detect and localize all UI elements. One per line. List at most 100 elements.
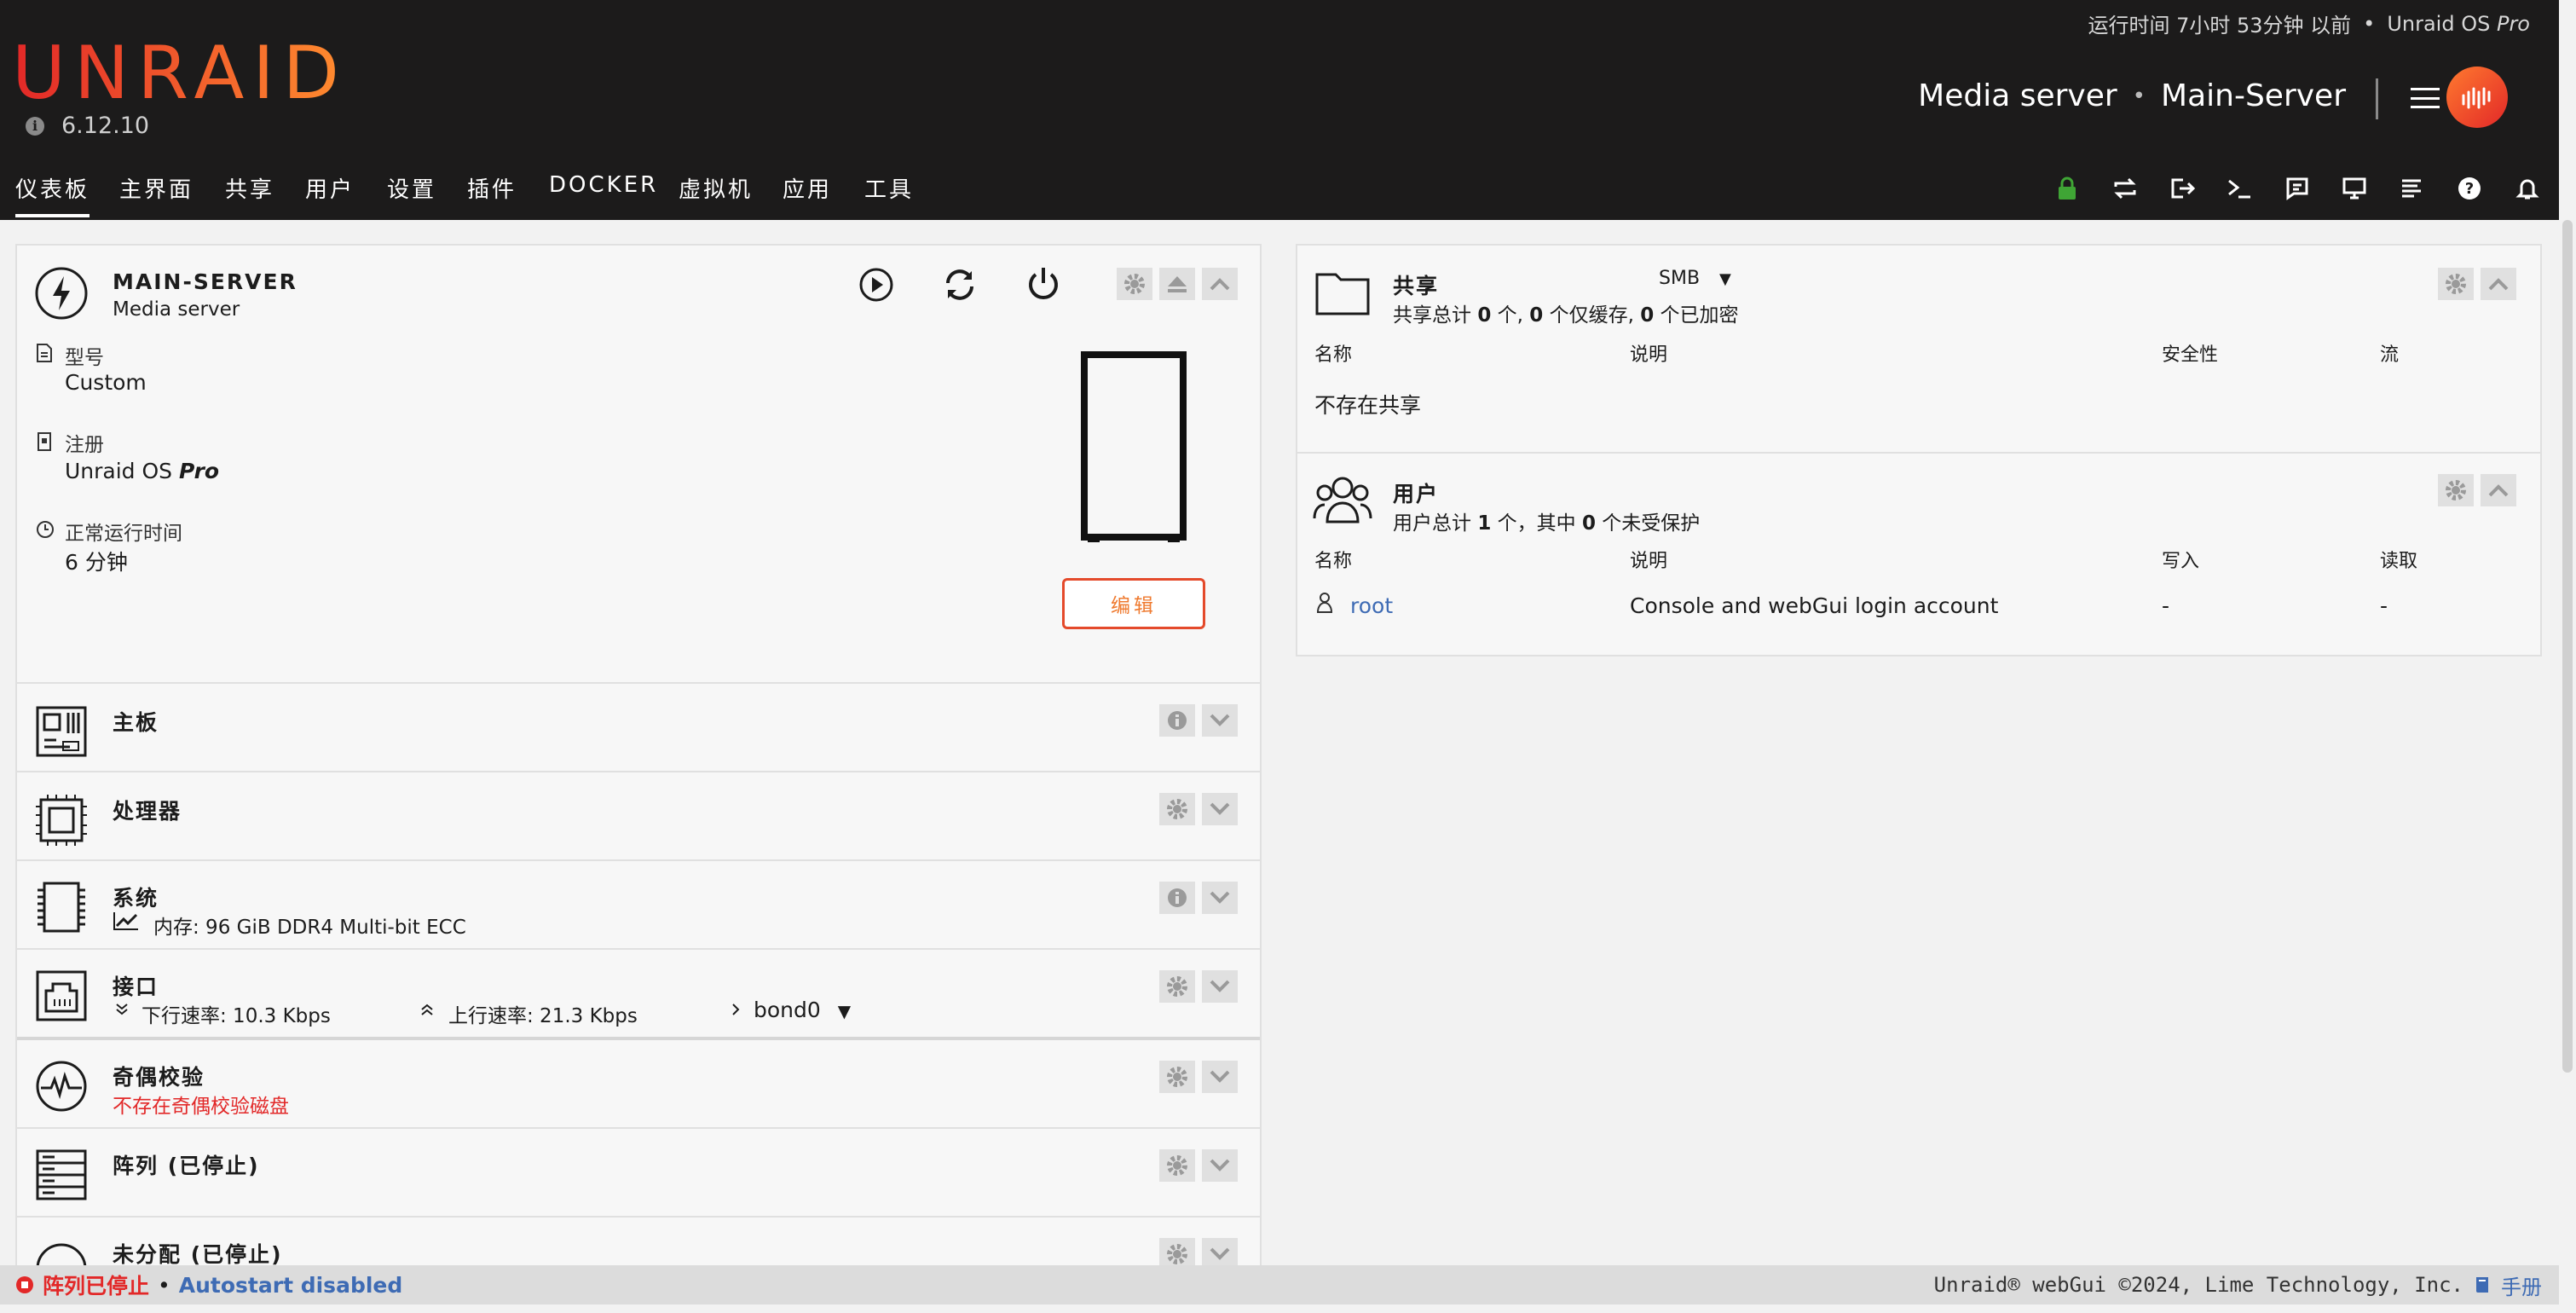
system-info-button[interactable]	[1159, 882, 1195, 914]
divider	[17, 771, 1260, 772]
interface-settings-button[interactable]	[1159, 970, 1195, 1003]
users-title: 用户	[1393, 482, 1440, 506]
divider	[17, 1216, 1260, 1218]
copyright-text: Unraid® webGui ©2024, Lime Technology, I…	[1933, 1273, 2463, 1297]
reboot-icon[interactable]	[941, 266, 979, 304]
start-array-icon[interactable]	[859, 268, 893, 302]
users-summary: 用户总计 1 个，其中 0 个未受保护	[1393, 512, 1701, 535]
tab-settings[interactable]: 设置	[387, 172, 436, 204]
uptime-value: 6 分钟	[65, 550, 128, 575]
server-case-icon	[1081, 351, 1187, 542]
os-edition: Pro	[2496, 11, 2530, 36]
users-settings-button[interactable]	[2438, 474, 2474, 506]
chevron-down-icon	[1210, 891, 1230, 904]
info-icon[interactable]: i	[26, 116, 44, 136]
footer: 阵列已停止 • Autostart disabled Unraid® webGu…	[0, 1265, 2559, 1304]
user-icon	[1316, 593, 1333, 613]
tab-shares[interactable]: 共享	[225, 172, 274, 204]
version-info[interactable]: i 6.12.10	[26, 113, 149, 139]
svg-text:?: ?	[2465, 180, 2474, 198]
heartbeat-icon	[36, 1061, 87, 1112]
scrollbar-thumb[interactable]	[2562, 220, 2573, 1073]
collapse-button[interactable]	[1202, 268, 1238, 300]
users-unprotected: 0	[1581, 512, 1596, 535]
interface-select[interactable]: bond0 ▼	[754, 998, 851, 1022]
version-number: 6.12.10	[61, 113, 150, 139]
tab-users[interactable]: 用户	[305, 172, 355, 204]
tab-main[interactable]: 主界面	[119, 172, 193, 204]
tab-dashboard[interactable]: 仪表板	[15, 172, 90, 217]
array-settings-button[interactable]	[1159, 1149, 1195, 1182]
footer-copyright-area: Unraid® webGui ©2024, Lime Technology, I…	[1934, 1270, 2542, 1300]
tab-vms[interactable]: 虚拟机	[679, 172, 753, 204]
tab-apps[interactable]: 应用	[783, 172, 832, 204]
registration-edition: Pro	[179, 459, 220, 483]
unraid-connect-avatar[interactable]	[2446, 67, 2508, 128]
eject-button[interactable]	[1159, 268, 1195, 300]
processor-settings-button[interactable]	[1159, 793, 1195, 825]
shares-settings-button[interactable]	[2438, 268, 2474, 300]
motherboard-info-button[interactable]	[1159, 704, 1195, 737]
power-bolt-icon	[35, 267, 88, 320]
user-name-link[interactable]: root	[1350, 593, 1393, 618]
log-icon[interactable]	[2397, 174, 2426, 203]
unraid-logo[interactable]: UNRAID	[12, 32, 348, 114]
chevrons-up-icon	[421, 1004, 433, 1015]
system-expand-button[interactable]	[1202, 882, 1238, 914]
share-protocol: SMB	[1659, 268, 1701, 289]
share-protocol-select[interactable]: SMB ▼	[1659, 268, 1731, 289]
motherboard-expand-button[interactable]	[1202, 704, 1238, 737]
interface-expand-button[interactable]	[1202, 970, 1238, 1003]
server-description: Media server	[1918, 78, 2117, 113]
users-group-icon	[1313, 477, 1372, 523]
shutdown-icon[interactable]	[1025, 264, 1062, 302]
users-collapse-button[interactable]	[2481, 474, 2516, 506]
processor-expand-button[interactable]	[1202, 793, 1238, 825]
array-status: 阵列已停止	[43, 1274, 150, 1299]
users-col-write: 写入	[2162, 551, 2200, 572]
edit-button[interactable]: 编辑	[1062, 578, 1205, 629]
settings-button[interactable]	[1117, 268, 1152, 300]
tab-docker[interactable]: DOCKER	[549, 172, 658, 198]
divider	[1297, 452, 2540, 454]
gear-icon	[1124, 274, 1145, 294]
parity-expand-button[interactable]	[1202, 1061, 1238, 1093]
manual-link[interactable]: 手册	[2501, 1270, 2542, 1300]
array-expand-button[interactable]	[1202, 1149, 1238, 1182]
gear-icon	[1167, 976, 1187, 997]
clock-icon	[37, 521, 54, 538]
shares-summary: 共享总计 0 个, 0 个仅缓存, 0 个已加密	[1393, 304, 1739, 327]
sync-icon[interactable]	[2111, 174, 2140, 203]
gear-icon	[1167, 1067, 1187, 1087]
server-identity: Media server • Main-Server	[1918, 78, 2346, 113]
array-status-bar: 阵列已停止 • Autostart disabled	[15, 1270, 402, 1300]
hamburger-menu-icon[interactable]	[2411, 84, 2440, 113]
ethernet-port-icon	[36, 970, 87, 1021]
feedback-icon[interactable]	[2283, 174, 2312, 203]
terminal-icon[interactable]	[2225, 174, 2254, 203]
parity-settings-button[interactable]	[1159, 1061, 1195, 1093]
chevron-down-icon	[1210, 1070, 1230, 1083]
shares-col-security: 安全性	[2162, 344, 2219, 366]
processor-title: 处理器	[113, 799, 182, 824]
shares-collapse-button[interactable]	[2481, 268, 2516, 300]
help-icon[interactable]: ?	[2455, 174, 2484, 203]
system-memory: 内存: 96 GiB DDR4 Multi-bit ECC	[153, 917, 466, 939]
chevron-down-icon	[1210, 980, 1230, 992]
autostart-link[interactable]: Autostart disabled	[179, 1273, 403, 1298]
users-total: 1	[1477, 512, 1492, 535]
gear-icon	[1167, 1244, 1187, 1264]
logout-icon[interactable]	[2168, 174, 2197, 203]
main-nav: 仪表板 主界面 共享 用户 设置 插件 DOCKER 虚拟机 应用 工具 ?	[0, 159, 2559, 220]
shares-col-streams: 流	[2380, 344, 2400, 366]
tab-plugins[interactable]: 插件	[467, 172, 517, 204]
gear-icon	[1167, 1155, 1187, 1176]
registration-os: Unraid OS	[65, 459, 173, 483]
bell-icon[interactable]	[2513, 174, 2542, 203]
tab-tools[interactable]: 工具	[864, 172, 914, 204]
os-license: Unraid OS Pro	[2387, 12, 2530, 36]
lock-icon[interactable]	[2053, 174, 2082, 203]
monitor-icon[interactable]	[2340, 174, 2369, 203]
chevron-up-icon	[2488, 484, 2509, 497]
info-icon	[1168, 888, 1187, 907]
